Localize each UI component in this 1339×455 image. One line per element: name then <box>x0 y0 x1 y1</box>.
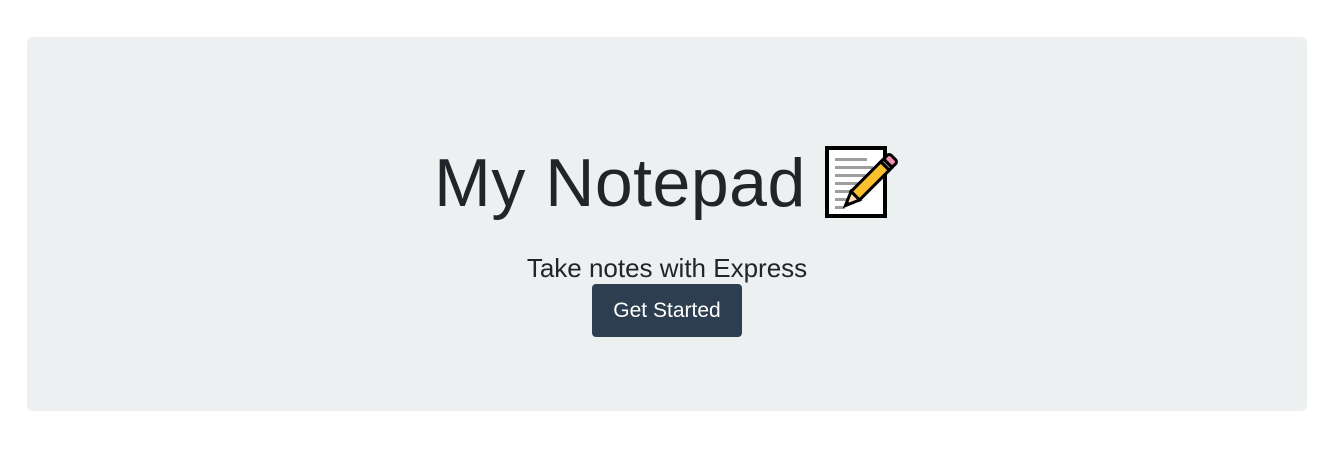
memo-icon <box>824 146 898 218</box>
get-started-button[interactable]: Get Started <box>592 284 742 337</box>
page-title: My Notepad <box>434 145 806 221</box>
hero-jumbotron: My Notepad Take notes with Express <box>27 37 1307 411</box>
page-subtitle: Take notes with Express <box>526 253 808 283</box>
title-row: My Notepad <box>27 143 1307 223</box>
